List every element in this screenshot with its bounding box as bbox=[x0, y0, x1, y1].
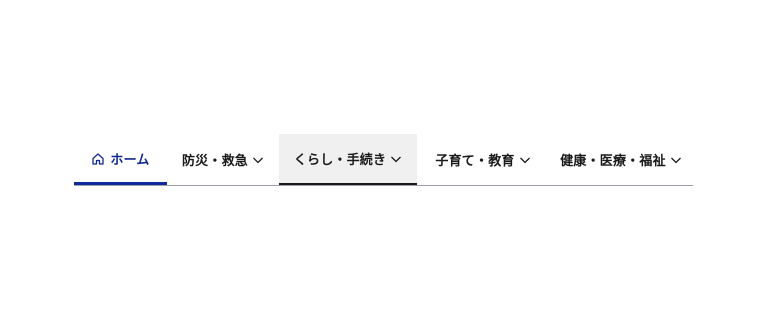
global-navigation: ホーム 防災・救急 くらし・手続き 子育て・教育 健康・医療・福祉 bbox=[74, 134, 693, 186]
nav-item-home[interactable]: ホーム bbox=[74, 134, 167, 185]
nav-item-living-procedures-label: くらし・手続き bbox=[293, 153, 387, 168]
home-icon bbox=[91, 152, 105, 166]
nav-item-home-label: ホーム bbox=[110, 153, 150, 168]
nav-item-health-medical-welfare[interactable]: 健康・医療・福祉 bbox=[549, 134, 693, 185]
chevron-down-icon bbox=[670, 154, 682, 166]
nav-item-disaster-emergency-label: 防災・救急 bbox=[181, 154, 248, 169]
nav-item-health-medical-welfare-label: 健康・医療・福祉 bbox=[560, 154, 666, 169]
nav-item-childcare-education[interactable]: 子育て・教育 bbox=[417, 134, 549, 185]
nav-item-disaster-emergency[interactable]: 防災・救急 bbox=[167, 134, 279, 185]
chevron-down-icon bbox=[519, 154, 531, 166]
nav-item-living-procedures[interactable]: くらし・手続き bbox=[279, 134, 417, 185]
chevron-down-icon bbox=[252, 154, 264, 166]
nav-item-childcare-education-label: 子育て・教育 bbox=[435, 154, 515, 169]
chevron-down-icon bbox=[390, 153, 402, 165]
nav-list: ホーム 防災・救急 くらし・手続き 子育て・教育 健康・医療・福祉 bbox=[74, 134, 693, 185]
